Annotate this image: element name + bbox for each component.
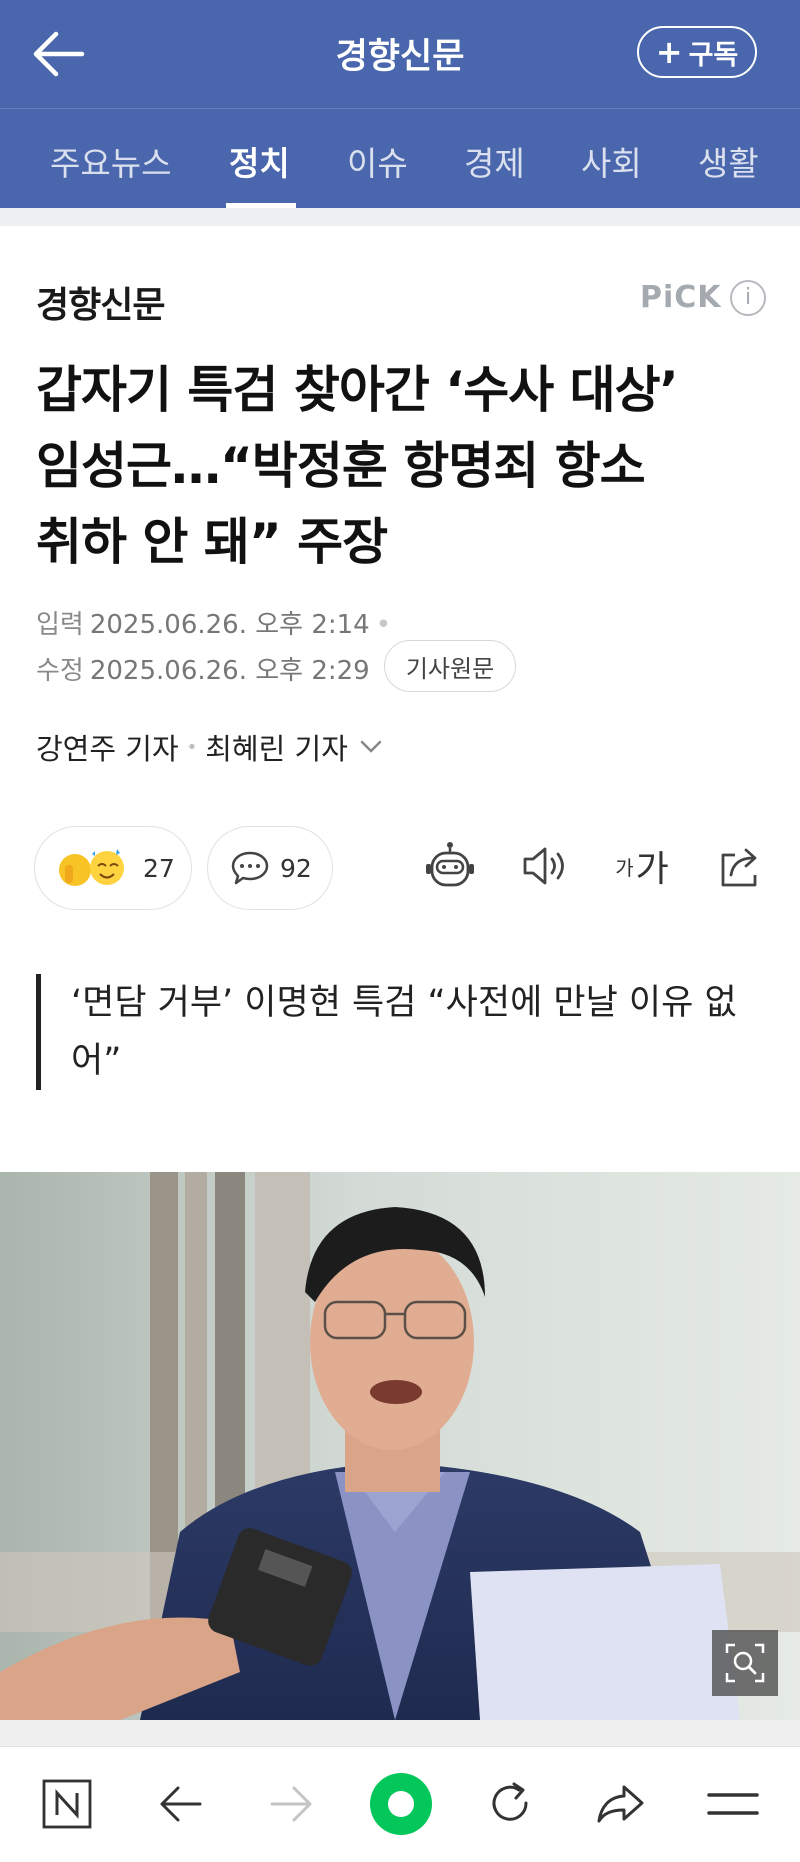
tab-society[interactable]: 사회 [581,137,642,185]
refresh-button[interactable] [478,1771,544,1837]
reporter-name[interactable]: 강연주 기자 [36,726,179,768]
chevron-down-icon[interactable] [360,740,382,754]
comment-icon [231,851,269,885]
section-divider [0,208,800,226]
modified-label: 수정 [36,656,84,686]
green-dot-icon [370,1773,432,1835]
font-size-large: 가 [635,849,669,890]
share-arrow-icon [597,1785,644,1823]
press-logo[interactable]: 경향신문 [36,276,165,328]
font-size-button[interactable]: 가가 [612,836,672,896]
top-app-bar: 경향신문 + 구독 [0,0,800,108]
zoom-icon [725,1643,765,1683]
refresh-icon [492,1782,528,1821]
original-article-button[interactable]: 기사원문 [384,640,516,692]
photo-zoom-button[interactable] [712,1630,778,1696]
emoji-reaction-icon [59,849,124,886]
listen-button[interactable] [514,836,574,896]
browser-back-button[interactable] [148,1771,214,1837]
reaction-button[interactable]: 27 [34,826,192,910]
back-button[interactable] [28,26,88,82]
bottom-navigation-bar [0,1746,800,1862]
input-label: 입력 [36,610,84,640]
plus-icon: + [655,33,683,71]
reporter-list[interactable]: 강연주 기자 • 최혜린 기자 [36,726,382,768]
photo-caption-area [0,1720,800,1746]
browser-forward-button[interactable] [258,1771,324,1837]
modified-time: 2025.06.26. 오후 2:29 [89,656,370,686]
arrow-right-icon [270,1786,312,1822]
tab-main-news[interactable]: 주요뉴스 [50,137,171,185]
headline-line: 취하 안 돼” 주장 [36,513,388,571]
article-photo[interactable] [0,1172,800,1720]
modified-timestamp: 수정 2025.06.26. 오후 2:29 [36,650,370,687]
article-subheadline: ‘면담 거부’ 이명현 특검 “사전에 만날 이유 없어” [36,974,766,1090]
headline-line: 임성근…“박정훈 항명죄 항소 [36,437,646,495]
reaction-count: 27 [143,853,175,883]
separator-dot: • [375,610,392,640]
photo-illustration [0,1172,800,1720]
section-tab-bar: 주요뉴스 정치 이슈 경제 사회 생활 [0,108,800,209]
subscribe-label: 구독 [688,39,739,71]
arrow-left-icon [160,1786,202,1822]
headline-line: 갑자기 특검 찾아간 ‘수사 대상’ [36,361,679,419]
naver-n-icon [42,1779,92,1829]
tab-issue[interactable]: 이슈 [347,137,408,185]
tab-life[interactable]: 생활 [698,137,759,185]
speaker-icon [523,847,564,885]
menu-button[interactable] [700,1771,766,1837]
font-size-small: 가 [615,855,634,880]
share-page-button[interactable] [588,1771,654,1837]
input-time: 2025.06.26. 오후 2:14 [89,610,370,640]
share-button[interactable] [710,836,770,896]
menu-icon [707,1793,759,1815]
summary-button[interactable] [420,836,480,896]
comment-count: 92 [280,853,312,883]
tab-economy[interactable]: 경제 [464,137,525,185]
share-icon [721,848,757,887]
subscribe-button[interactable]: + 구독 [637,26,757,78]
comment-button[interactable]: 92 [207,826,333,910]
article-headline: 갑자기 특검 찾아간 ‘수사 대상’ 임성근…“박정훈 항명죄 항소 취하 안 … [36,352,766,580]
reporter-separator: • [186,736,198,758]
naver-home-button[interactable] [34,1771,100,1837]
pick-badge: PiCK [640,280,722,315]
tab-politics[interactable]: 정치 [229,137,290,185]
robot-icon [426,842,474,887]
info-icon[interactable]: i [730,280,766,316]
green-dot-button[interactable] [368,1771,434,1837]
arrow-left-icon [33,31,85,77]
input-timestamp: 입력 2025.06.26. 오후 2:14 • [36,604,391,641]
reporter-name[interactable]: 최혜린 기자 [205,726,348,768]
